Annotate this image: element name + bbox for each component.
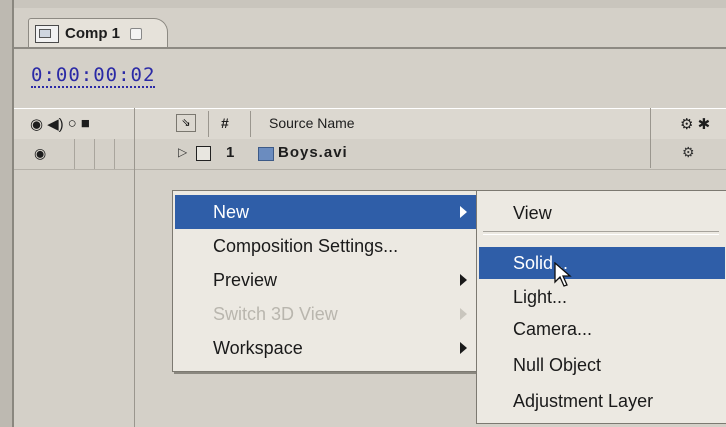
row-divider: [94, 139, 95, 169]
menu-item-label: Preview: [213, 269, 278, 290]
layer-visibility-icon[interactable]: ◉: [34, 145, 46, 162]
context-menu: New Composition Settings... Preview Swit…: [172, 190, 480, 372]
source-name-header[interactable]: Source Name: [269, 115, 355, 131]
submenu-item-label: Light...: [513, 286, 568, 307]
layer-number-header: #: [221, 115, 229, 131]
eye-icon[interactable]: ◉: [30, 115, 43, 133]
menu-item-workspace[interactable]: Workspace: [175, 331, 477, 365]
menu-item-label: New: [213, 201, 250, 222]
row-divider: [114, 139, 115, 169]
menu-item-switch-3d-view: Switch 3D View: [175, 297, 477, 331]
mouse-pointer-icon: [554, 262, 572, 287]
submenu-item-label: View: [513, 202, 552, 223]
timeline-header-row: ◉ ◀) ○ ■ ⇘ # Source Name ⚙ ✱: [14, 108, 726, 140]
lock-icon[interactable]: ■: [81, 115, 90, 133]
composition-icon: [35, 24, 59, 43]
panel-column-line: [134, 108, 135, 427]
left-edge: [0, 0, 14, 427]
label-color-box[interactable]: [196, 146, 211, 161]
submenu-item-label: Null Object: [513, 354, 602, 375]
menu-item-composition-settings[interactable]: Composition Settings...: [175, 229, 477, 263]
submenu-item-null-object[interactable]: Null Object: [479, 349, 725, 381]
shy-switch-icon[interactable]: ⇘: [176, 114, 196, 132]
av-switch-icons: ◉ ◀) ○ ■: [30, 115, 90, 133]
layer-number: 1: [226, 144, 235, 161]
submenu-item-label: Adjustment Layer: [513, 390, 654, 411]
tab-comp-1[interactable]: Comp 1: [28, 18, 168, 48]
solo-icon[interactable]: ○: [68, 115, 77, 133]
speaker-icon[interactable]: ◀): [47, 115, 64, 133]
submenu-item-light[interactable]: Light...: [479, 281, 725, 313]
submenu-arrow-icon: [460, 206, 467, 218]
tab-strip-divider: [14, 47, 726, 49]
submenu-arrow-icon: [460, 308, 467, 320]
current-time-display[interactable]: 0:00:00:02: [31, 64, 156, 88]
submenu-item-view[interactable]: View: [479, 197, 725, 229]
new-submenu: View Solid... Light... Camera... Null Ob…: [476, 190, 726, 424]
submenu-item-camera[interactable]: Camera...: [479, 313, 725, 345]
layer-row[interactable]: ◉ ▷ 1 Boys.avi ⚙: [14, 139, 726, 170]
footage-icon: [258, 147, 274, 161]
menu-item-label: Switch 3D View: [213, 303, 338, 324]
submenu-arrow-icon: [460, 342, 467, 354]
submenu-item-solid[interactable]: Solid...: [479, 247, 725, 279]
submenu-arrow-icon: [460, 274, 467, 286]
switches-header-icons: ⚙ ✱: [680, 116, 711, 133]
twirl-down-icon[interactable]: ▷: [178, 145, 187, 159]
panel-column-line: [650, 108, 651, 168]
row-divider: [74, 139, 75, 169]
column-divider: [250, 111, 251, 137]
menu-item-label: Workspace: [213, 337, 303, 358]
menu-item-new[interactable]: New: [175, 195, 477, 229]
column-divider: [208, 111, 209, 137]
menu-separator: [483, 231, 719, 235]
tab-close-icon[interactable]: [130, 27, 143, 40]
layer-name[interactable]: Boys.avi: [278, 144, 348, 161]
tab-label: Comp 1: [65, 25, 121, 42]
top-edge: [0, 0, 726, 8]
submenu-item-adjustment-layer[interactable]: Adjustment Layer: [479, 385, 725, 417]
submenu-item-label: Camera...: [513, 318, 593, 339]
menu-item-label: Composition Settings...: [213, 235, 399, 256]
layer-switch-icon[interactable]: ⚙: [682, 144, 695, 161]
timeline-panel: Comp 1 0:00:00:02 ◉ ◀) ○ ■ ⇘ # Source Na…: [0, 0, 726, 427]
menu-item-preview[interactable]: Preview: [175, 263, 477, 297]
